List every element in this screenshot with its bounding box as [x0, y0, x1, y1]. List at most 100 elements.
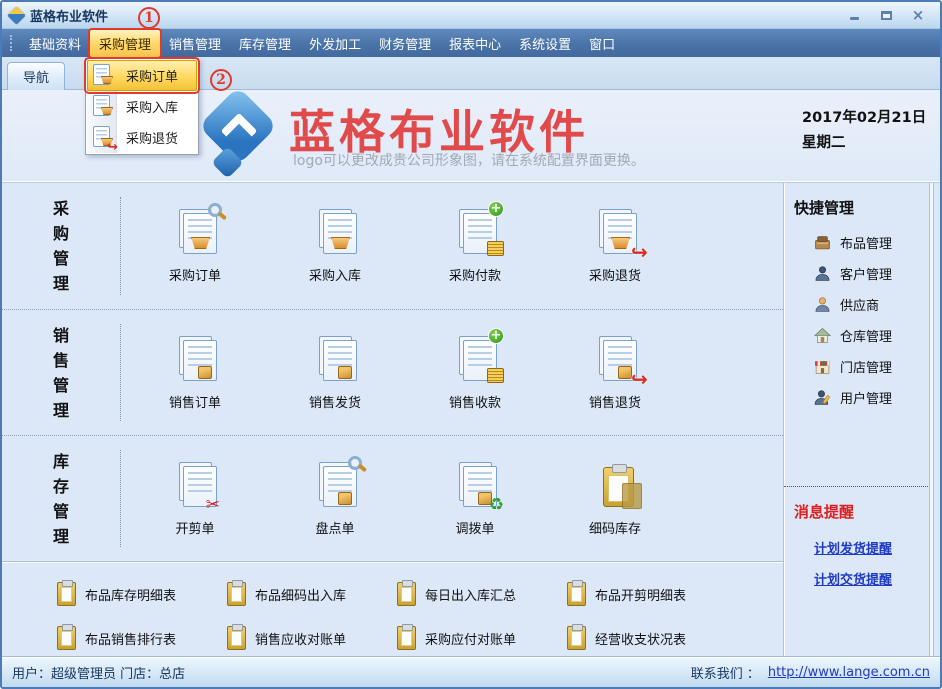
return-arrow-icon: ↩	[107, 140, 118, 155]
menu-item-1[interactable]: 采购管理	[90, 30, 160, 57]
sidebar-item-门店管理[interactable]: 门店管理	[814, 351, 934, 382]
menu-item-3[interactable]: 库存管理	[230, 30, 300, 57]
shortcut-销售退货[interactable]: ↩销售退货	[545, 335, 685, 411]
clipboard-back-icon	[622, 483, 642, 509]
dropdown-item-2[interactable]: ↩ 采购退货	[87, 122, 197, 153]
supplier-icon	[814, 296, 831, 313]
section-1: 销售管理销售订单销售发货 + 销售收款 ↩销售退货	[2, 309, 783, 435]
main-area: 采购管理 采购订单采购入库 + 采购付款 ↩ 采购退货销售管理销售订单销售发货 + 销售收款 ↩…	[2, 183, 940, 656]
sidebar-item-供应商[interactable]: 供应商	[814, 289, 934, 320]
message-link-计划发货提醒[interactable]: 计划发货提醒	[814, 538, 930, 557]
content-panel: 采购管理 采购订单采购入库 + 采购付款 ↩ 采购退货销售管理销售订单销售发货 + 销售收款 ↩…	[2, 183, 783, 656]
shortcut-调拨单[interactable]: ♻调拨单	[405, 461, 545, 537]
report-link-布品库存明细表[interactable]: 布品库存明细表	[57, 582, 227, 606]
report-clipboard-icon	[57, 582, 76, 606]
quick-manage-list: 布品管理客户管理供应商仓库管理门店管理用户管理	[814, 227, 934, 413]
coins-icon	[487, 368, 504, 383]
section-label-1: 销售管理	[2, 324, 121, 421]
menu-item-5[interactable]: 财务管理	[370, 30, 440, 57]
sidebar-item-仓库管理[interactable]: 仓库管理	[814, 320, 934, 351]
return-icon: ↩	[631, 367, 648, 391]
shortcut-盘点单[interactable]: 盘点单	[265, 461, 405, 537]
report-clipboard-icon	[227, 582, 246, 606]
app-logo-icon	[7, 6, 25, 24]
quick-manage-title: 快捷管理	[794, 197, 854, 218]
shortcut-采购付款[interactable]: + 采购付款	[405, 208, 545, 284]
purchase-menu-dropdown: 采购订单采购入库 ↩ 采购退货	[85, 58, 199, 155]
report-link-布品细码出入库[interactable]: 布品细码出入库	[227, 582, 397, 606]
window-controls: ×	[846, 8, 932, 22]
sidebar-item-用户管理[interactable]: 用户管理	[814, 382, 934, 413]
report-label: 销售应收对账单	[255, 629, 346, 648]
menu-item-0[interactable]: 基础资料	[20, 30, 90, 57]
date-text: 2017年02月21日	[802, 106, 926, 131]
menu-item-6[interactable]: 报表中心	[440, 30, 510, 57]
shortcut-采购退货[interactable]: ↩ 采购退货	[545, 208, 685, 284]
website-link[interactable]: http://www.lange.com.cn	[768, 665, 930, 680]
shortcut-销售收款[interactable]: + 销售收款	[405, 335, 545, 411]
box-icon	[338, 366, 352, 379]
plus-icon: +	[488, 328, 504, 344]
shortcut-采购订单[interactable]: 采购订单	[125, 208, 265, 284]
采购付款-icon: +	[448, 208, 502, 256]
contact-label: 联系我们 ：	[691, 663, 760, 682]
shortcut-销售订单[interactable]: 销售订单	[125, 335, 265, 411]
shortcut-销售发货[interactable]: 销售发货	[265, 335, 405, 411]
status-bar: 用户：超级管理员 门店：总店 联系我们 ： http://www.lange.c…	[2, 656, 940, 687]
shortcut-label: 采购付款	[449, 265, 501, 284]
menu-item-2[interactable]: 销售管理	[160, 30, 230, 57]
menu-item-4[interactable]: 外发加工	[300, 30, 370, 57]
section-icon-grid: 采购订单采购入库 + 采购付款 ↩ 采购退货	[121, 183, 685, 309]
user-store-info: 用户：超级管理员 门店：总店	[12, 663, 185, 682]
maximize-button[interactable]	[878, 8, 894, 22]
application-window: 蓝格布业软件 × 基础资料采购管理销售管理库存管理外发加工财务管理报表中心系统设…	[0, 0, 942, 689]
section-icon-grid: ✂开剪单盘点单♻调拨单细码库存	[121, 436, 685, 561]
section-2: 库存管理 ✂开剪单盘点单♻调拨单细码库存	[2, 435, 783, 561]
menu-item-7[interactable]: 系统设置	[510, 30, 580, 57]
调拨单-icon: ♻	[448, 461, 502, 509]
shortcut-细码库存[interactable]: 细码库存	[545, 461, 685, 537]
section-label-text: 采购管理	[53, 196, 69, 296]
section-label-text: 库存管理	[53, 449, 69, 549]
dropdown-item-0[interactable]: 采购订单	[87, 60, 197, 91]
date-display: 2017年02月21日 星期二	[802, 106, 926, 156]
shortcut-label: 采购退货	[589, 265, 641, 284]
fabric-icon	[814, 234, 831, 251]
tab-navigation[interactable]: 导航	[7, 62, 65, 90]
sidebar-item-布品管理[interactable]: 布品管理	[814, 227, 934, 258]
report-link-每日出入库汇总[interactable]: 每日出入库汇总	[397, 582, 567, 606]
report-clipboard-icon	[57, 626, 76, 650]
scissors-icon: ✂	[206, 495, 220, 515]
shortcut-label: 销售收款	[449, 392, 501, 411]
window-title: 蓝格布业软件	[30, 6, 108, 25]
shortcut-采购入库[interactable]: 采购入库	[265, 208, 405, 284]
close-button[interactable]: ×	[910, 8, 926, 22]
report-link-经营收支状况表[interactable]: 经营收支状况表	[567, 626, 737, 650]
report-link-布品开剪明细表[interactable]: 布品开剪明细表	[567, 582, 737, 606]
report-link-销售应收对账单[interactable]: 销售应收对账单	[227, 626, 397, 650]
maximize-icon	[881, 11, 892, 20]
dropdown-item-label: 采购退货	[126, 128, 178, 147]
report-link-采购应付对账单[interactable]: 采购应付对账单	[397, 626, 567, 650]
magnifier-icon	[208, 203, 222, 217]
dropdown-item-1[interactable]: 采购入库	[87, 91, 197, 122]
purchase-order-doc-icon	[91, 63, 114, 88]
采购订单-icon	[168, 208, 222, 256]
report-row-0: 布品库存明细表布品细码出入库每日出入库汇总布品开剪明细表	[57, 572, 783, 616]
message-links: 计划发货提醒计划交货提醒	[814, 538, 930, 588]
report-link-布品销售排行表[interactable]: 布品销售排行表	[57, 626, 227, 650]
section-label-2: 库存管理	[2, 450, 121, 547]
minimize-button[interactable]	[846, 8, 862, 22]
shortcut-开剪单[interactable]: ✂开剪单	[125, 461, 265, 537]
采购退货-icon: ↩	[588, 208, 642, 256]
report-row-1: 布品销售排行表 销售应收对账单 采购应付对账单经营收支状况表	[57, 616, 783, 660]
sidebar-item-客户管理[interactable]: 客户管理	[814, 258, 934, 289]
sidebar-item-label: 布品管理	[840, 233, 892, 252]
magnifier-icon	[348, 456, 362, 470]
menu-item-8[interactable]: 窗口	[580, 30, 624, 57]
message-link-计划交货提醒[interactable]: 计划交货提醒	[814, 569, 930, 588]
report-clipboard-icon	[397, 626, 416, 650]
细码库存-icon	[588, 461, 642, 509]
销售收款-icon: +	[448, 335, 502, 383]
store-icon	[814, 358, 831, 375]
